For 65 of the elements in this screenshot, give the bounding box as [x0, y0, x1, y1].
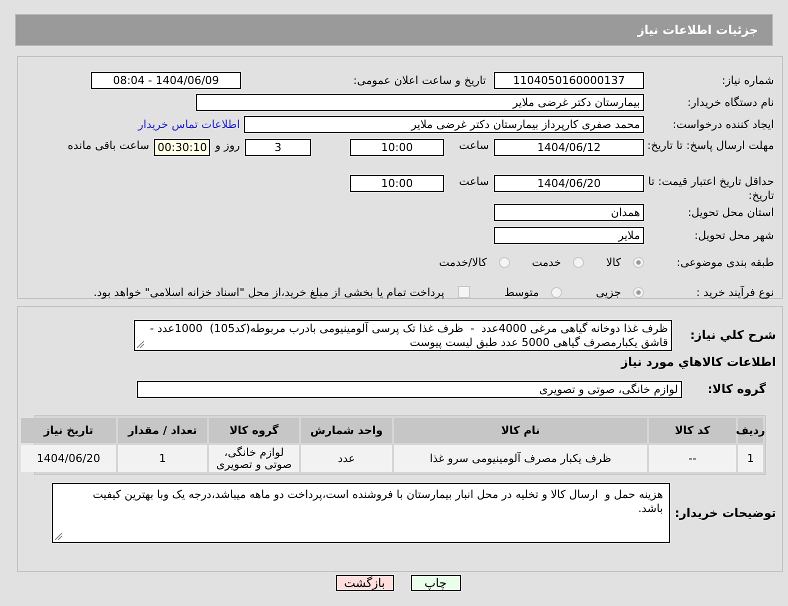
remaining-time-field: 00:30:10 — [154, 139, 210, 156]
table-cell: 1404/06/20 — [21, 445, 116, 472]
field-label: تاریخ و ساعت اعلان عمومی: — [352, 74, 486, 86]
radio-button[interactable] — [633, 286, 644, 298]
remaining-label: ساعت باقی مانده — [68, 139, 150, 152]
checkbox[interactable] — [458, 286, 470, 298]
table-cell: لوازم خانگی، صوتی و تصویری — [209, 445, 299, 472]
table-cell: 1 — [118, 445, 207, 472]
table-cell: ظرف یکبار مصرف آلومینیومی سرو غذا — [394, 445, 647, 472]
radio-button[interactable] — [633, 256, 644, 268]
column-header: واحد شمارش — [301, 418, 392, 443]
radio-label: خدمت — [532, 256, 562, 268]
radio-button[interactable] — [498, 256, 510, 268]
buyer-org-field: بیمارستان دکتر غرضی ملایر — [196, 94, 644, 110]
field-label: توضیحات خریدار: — [674, 506, 777, 520]
field-label: مهلت ارسال پاسخ: تا تاریخ: — [646, 139, 775, 153]
field-label: استان محل تحویل: — [686, 206, 775, 219]
radio-button[interactable] — [550, 286, 562, 298]
resize-grip-icon — [55, 533, 62, 540]
table-cell: عدد — [301, 445, 392, 472]
radio-label: کالا — [606, 256, 621, 268]
column-header: کد کالا — [649, 418, 736, 443]
province-field: همدان — [494, 204, 644, 221]
field-label: نوع فرآیند خرید : — [695, 286, 775, 298]
radio-label: جزیی — [596, 286, 621, 298]
column-header: نام کالا — [394, 418, 647, 443]
field-label: ایجاد کننده درخواست: — [672, 118, 775, 130]
reply-date-field: 1404/06/12 — [494, 139, 644, 156]
back-button[interactable]: بازگشت — [336, 575, 394, 591]
field-label: نام دستگاه خریدار: — [686, 96, 775, 108]
table-cell: 1 — [738, 445, 763, 472]
field-label: طبقه بندی موضوعی: — [676, 256, 775, 268]
column-header: گروه کالا — [209, 418, 299, 443]
resize-grip-icon — [137, 340, 144, 348]
days-label: روز و — [215, 139, 240, 152]
radio-label: متوسط — [504, 286, 539, 298]
checkbox-label: پرداخت تمام یا بخشی از مبلغ خرید،از محل "اسناد خزانه اسلامی" خواهد بود. — [94, 286, 444, 298]
buyer-notes-textarea[interactable]: هزینه حمل و ارسال کالا و تخلیه در محل انبار بیمارستان با فروشنده است،پرداخت دو ماهه میباشد،درجه یک وبا بهترین کیفیت باشد. — [52, 483, 670, 543]
goods-group-field: لوازم خانگی، صوتی و تصویری — [137, 380, 682, 398]
days-field: 3 — [245, 139, 311, 156]
validity-time-field: 10:00 — [350, 175, 444, 192]
time-label: ساعت — [458, 175, 490, 188]
requester-field: محمد صفری کارپرداز بیمارستان دکتر غرضی ملایر — [244, 116, 644, 132]
buyer-contact-link[interactable]: اطلاعات تماس خریدار — [138, 118, 240, 130]
field-label: حداقل تاریخ اعتبار قیمت: تا تاریخ: — [647, 175, 775, 203]
buyer-notes-text: هزینه حمل و ارسال کالا و تخلیه در محل انبار بیمارستان با فروشنده است،پرداخت دو ماهه میباشد،درجه یک وبا بهترین کیفیت باشد. — [92, 488, 663, 516]
radio-label: کالا/خدمت — [439, 256, 487, 268]
column-header: ردیف — [738, 418, 763, 443]
print-button[interactable]: چاپ — [410, 575, 460, 591]
section-heading: اطلاعات کالاهاي مورد نياز — [620, 355, 777, 371]
field-label: شماره نیاز: — [720, 74, 775, 86]
column-header: تعداد / مقدار — [118, 418, 207, 443]
field-label: شرح کلي نياز: — [689, 328, 777, 342]
page-title: جزئیات اطلاعات نیاز — [637, 23, 758, 37]
city-field: ملایر — [494, 227, 644, 244]
radio-button[interactable] — [573, 256, 584, 268]
column-header: تاریخ نیاز — [21, 418, 116, 443]
field-label: گروه کالا: — [706, 382, 767, 396]
need-number-field: 1104050160000137 — [494, 72, 644, 88]
table-cell: -- — [649, 445, 736, 472]
validity-date-field: 1404/06/20 — [494, 175, 644, 192]
reply-time-field: 10:00 — [350, 139, 444, 156]
time-label: ساعت — [458, 139, 490, 152]
announce-date-field: 1404/06/09 - 08:04 — [91, 72, 241, 88]
field-label: شهر محل تحویل: — [693, 229, 775, 242]
